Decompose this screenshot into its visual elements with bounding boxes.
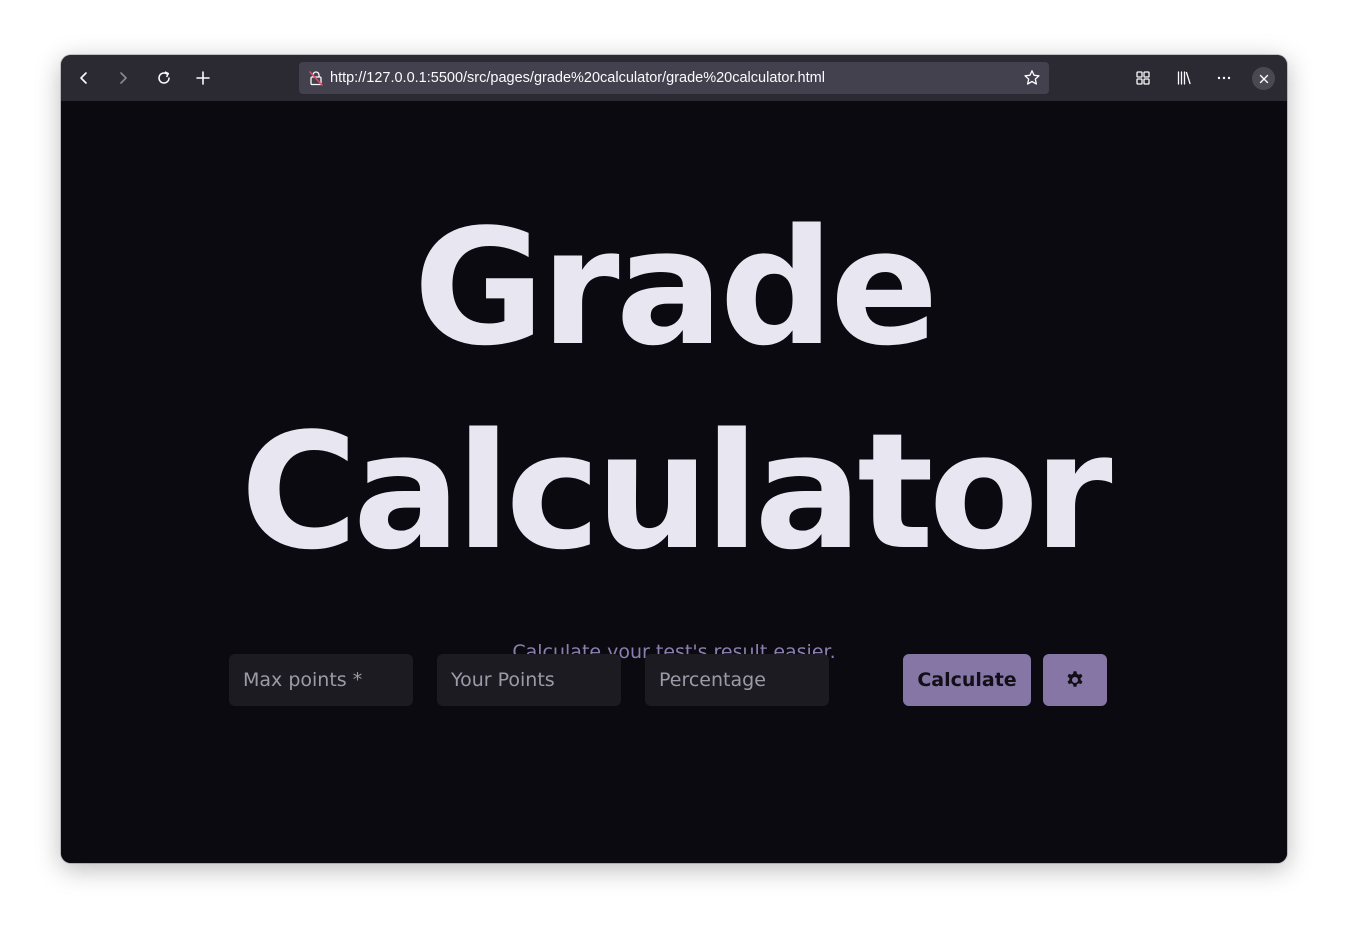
close-window-button[interactable] — [1252, 67, 1275, 90]
star-icon[interactable] — [1023, 69, 1041, 87]
arrow-right-icon — [120, 72, 127, 84]
browser-toolbar: http://127.0.0.1:5500/src/pages/grade%20… — [61, 55, 1287, 101]
back-button[interactable] — [70, 64, 98, 92]
close-icon — [1259, 74, 1268, 83]
forward-button[interactable] — [109, 64, 137, 92]
ellipsis-icon — [1217, 76, 1231, 80]
extensions-button[interactable] — [1129, 64, 1157, 92]
insecure-lock-icon — [309, 71, 323, 86]
reload-icon — [158, 71, 170, 84]
reload-button[interactable] — [150, 64, 178, 92]
your-points-input[interactable] — [437, 654, 621, 706]
settings-button[interactable] — [1043, 654, 1107, 706]
new-tab-button[interactable] — [189, 64, 217, 92]
url-text: http://127.0.0.1:5500/src/pages/grade%20… — [330, 70, 825, 86]
page-title-line-2: Calculator — [240, 398, 1112, 585]
library-button[interactable] — [1170, 64, 1198, 92]
calculate-button[interactable]: Calculate — [903, 654, 1031, 706]
menu-button[interactable] — [1210, 64, 1238, 92]
plus-icon — [196, 71, 210, 85]
calculate-button-label: Calculate — [917, 669, 1017, 691]
library-icon — [1177, 71, 1191, 85]
grid-icon — [1136, 71, 1150, 85]
arrow-left-icon — [80, 72, 87, 84]
page-title-line-1: Grade — [413, 194, 938, 381]
browser-window: http://127.0.0.1:5500/src/pages/grade%20… — [61, 55, 1287, 863]
address-bar[interactable]: http://127.0.0.1:5500/src/pages/grade%20… — [299, 62, 1049, 94]
percentage-input[interactable] — [645, 654, 829, 706]
gear-icon — [1067, 671, 1083, 687]
page-content: Grade Calculator Calculate your test's r… — [61, 101, 1287, 863]
max-points-input[interactable] — [229, 654, 413, 706]
